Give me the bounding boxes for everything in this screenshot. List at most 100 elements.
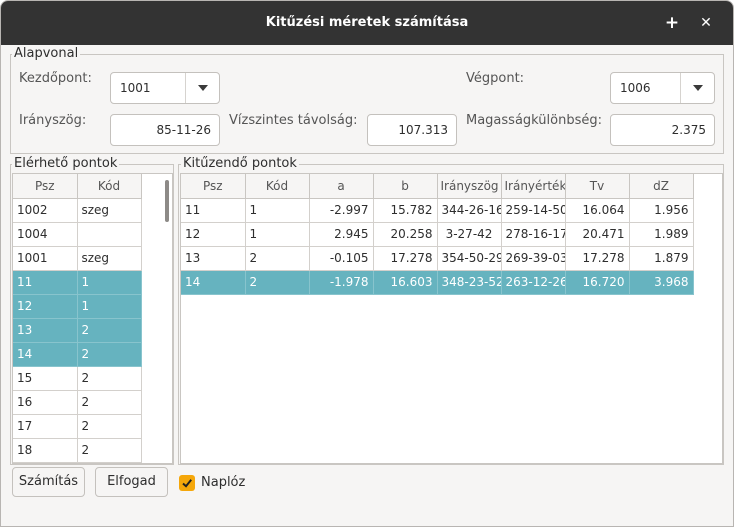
column-header-dz[interactable]: dZ — [629, 174, 694, 199]
cell-psz: 11 — [181, 198, 246, 223]
cell-psz: 18 — [13, 438, 78, 463]
cell-psz: 1002 — [13, 198, 78, 223]
column-header-psz[interactable]: Psz — [13, 174, 78, 199]
table-row[interactable]: 17 2 — [13, 414, 142, 439]
available-points-table[interactable]: Psz Kód 1002 szeg 1004 1001 szeg 11 1 12 1 13 2 14 2… — [12, 173, 173, 464]
window-title: Kitűzési méretek számítása — [265, 15, 469, 30]
checkmark-icon — [182, 479, 192, 488]
table-row[interactable]: 1001 szeg — [13, 246, 142, 271]
cell-kod: 1 — [77, 294, 142, 319]
column-header-tv[interactable]: Tv — [565, 174, 630, 199]
table-row[interactable]: 16 2 — [13, 390, 142, 415]
bearing-field[interactable]: 85-11-26 — [110, 114, 220, 146]
cell-kod: 2 — [77, 414, 142, 439]
cell-b: 20.258 — [373, 222, 438, 247]
maximize-button[interactable]: + — [662, 13, 682, 33]
end-point-dropdown-button[interactable] — [680, 73, 714, 103]
available-points-scrollbar[interactable] — [165, 180, 169, 222]
cell-kod: 2 — [77, 318, 142, 343]
cell-kod: szeg — [77, 246, 142, 271]
baseline-group-label: Alapvonal — [12, 46, 81, 61]
column-header-iranyszog[interactable]: Irányszög — [437, 174, 502, 199]
table-row[interactable]: 1004 — [13, 222, 142, 247]
cell-dz: 1.989 — [629, 222, 694, 247]
start-point-combo[interactable]: 1001 — [110, 72, 220, 104]
cell-a: -0.105 — [309, 246, 374, 271]
cell-iranyertek: 269-39-03 — [501, 246, 566, 271]
column-header-b[interactable]: b — [373, 174, 438, 199]
chevron-down-icon — [692, 85, 703, 91]
cell-psz: 12 — [181, 222, 246, 247]
cell-kod: 1 — [245, 222, 310, 247]
start-point-label: Kezdőpont: — [19, 71, 92, 86]
cell-a: 2.945 — [309, 222, 374, 247]
available-points-group-label: Elérhető pontok — [12, 156, 120, 171]
calculate-button[interactable]: Számítás — [12, 467, 85, 497]
cell-psz: 14 — [13, 342, 78, 367]
cell-psz: 11 — [13, 270, 78, 295]
start-point-dropdown-button[interactable] — [185, 73, 219, 103]
accept-button[interactable]: Elfogad — [95, 467, 168, 497]
cell-iranyszog: 3-27-42 — [437, 222, 502, 247]
table-row[interactable]: 15 2 — [13, 366, 142, 391]
cell-a: -1.978 — [309, 270, 374, 295]
cell-a: -2.997 — [309, 198, 374, 223]
log-checkbox[interactable] — [179, 475, 195, 491]
table-row[interactable]: 13 2 -0.105 17.278 354-50-29 269-39-03 17.278 1… — [181, 246, 694, 271]
table-row[interactable]: 12 1 2.945 20.258 3-27-42 278-16-17 20.471 1.98… — [181, 222, 694, 247]
log-checkbox-label[interactable]: Naplóz — [201, 475, 245, 490]
cell-kod: 1 — [245, 198, 310, 223]
end-point-combo[interactable]: 1006 — [610, 72, 715, 104]
cell-b: 15.782 — [373, 198, 438, 223]
cell-iranyertek: 278-16-17 — [501, 222, 566, 247]
start-point-value: 1001 — [120, 81, 151, 95]
cell-kod: 1 — [77, 270, 142, 295]
table-row[interactable]: 12 1 — [13, 294, 142, 319]
column-header-iranyertek[interactable]: Irányérték — [501, 174, 566, 199]
cell-psz: 13 — [181, 246, 246, 271]
cell-tv: 16.064 — [565, 198, 630, 223]
cell-iranyertek: 263-12-26 — [501, 270, 566, 295]
end-point-label: Végpont: — [466, 71, 525, 86]
cell-psz: 12 — [13, 294, 78, 319]
cell-kod: 2 — [245, 270, 310, 295]
table-row[interactable]: 11 1 — [13, 270, 142, 295]
cell-psz: 16 — [13, 390, 78, 415]
chevron-down-icon — [197, 85, 208, 91]
cell-psz: 13 — [13, 318, 78, 343]
dialog-window: Kitűzési méretek számítása + ✕ Alapvonal… — [0, 0, 734, 527]
cell-kod: 2 — [77, 342, 142, 367]
cell-kod: 2 — [77, 366, 142, 391]
table-row[interactable]: 14 2 — [13, 342, 142, 367]
cell-kod: 2 — [245, 246, 310, 271]
cell-kod: 2 — [77, 438, 142, 463]
table-row[interactable]: 11 1 -2.997 15.782 344-26-16 259-14-50 16.064 1… — [181, 198, 694, 223]
column-header-a[interactable]: a — [309, 174, 374, 199]
cell-iranyszog: 348-23-52 — [437, 270, 502, 295]
height-difference-field[interactable]: 2.375 — [610, 114, 715, 146]
close-button[interactable]: ✕ — [696, 13, 716, 33]
cell-psz: 17 — [13, 414, 78, 439]
table-row[interactable]: 13 2 — [13, 318, 142, 343]
column-header-kod[interactable]: Kód — [77, 174, 142, 199]
cell-dz: 3.968 — [629, 270, 694, 295]
table-row[interactable]: 14 2 -1.978 16.603 348-23-52 263-12-26 16.720 3… — [181, 270, 694, 295]
cell-dz: 1.956 — [629, 198, 694, 223]
table-row[interactable]: 18 2 — [13, 438, 142, 463]
column-header-psz[interactable]: Psz — [181, 174, 246, 199]
horizontal-distance-label: Vízszintes távolság: — [229, 113, 358, 128]
title-bar: Kitűzési méretek számítása + ✕ — [1, 1, 733, 45]
cell-tv: 20.471 — [565, 222, 630, 247]
bearing-label: Irányszög: — [19, 113, 87, 128]
column-header-kod[interactable]: Kód — [245, 174, 310, 199]
cell-b: 17.278 — [373, 246, 438, 271]
horizontal-distance-field[interactable]: 107.313 — [367, 114, 457, 146]
cell-dz: 1.879 — [629, 246, 694, 271]
cell-iranyertek: 259-14-50 — [501, 198, 566, 223]
table-row[interactable]: 1002 szeg — [13, 198, 142, 223]
stakeout-points-table[interactable]: Psz Kód a b Irányszög Irányérték Tv dZ 11 1 -2.99… — [180, 173, 723, 464]
cell-iranyszog: 354-50-29 — [437, 246, 502, 271]
cell-b: 16.603 — [373, 270, 438, 295]
cell-kod: 2 — [77, 390, 142, 415]
cell-kod: szeg — [77, 198, 142, 223]
